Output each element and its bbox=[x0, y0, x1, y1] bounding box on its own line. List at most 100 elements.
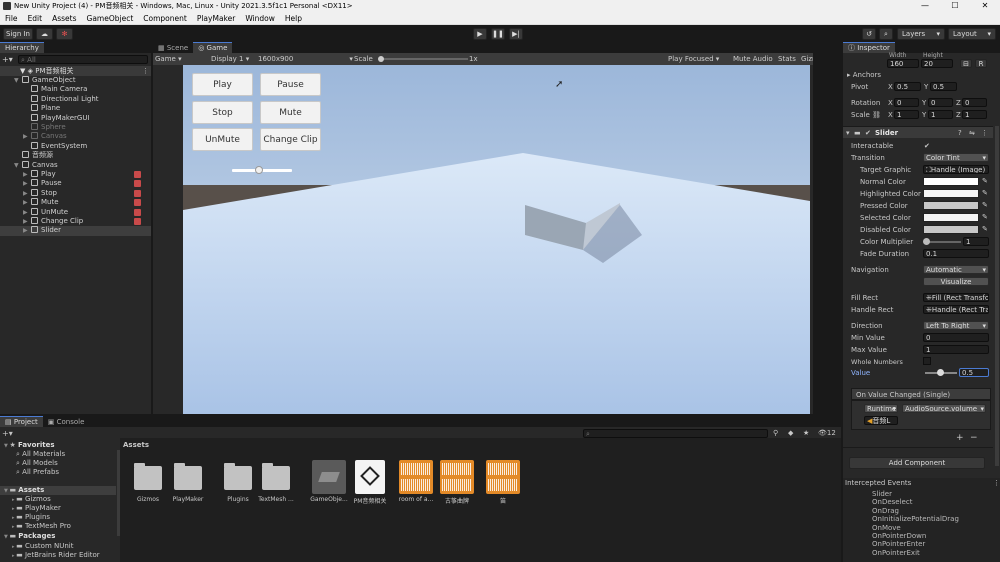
link-icon[interactable]: ⛓ bbox=[872, 111, 881, 119]
whole-numbers-checkbox[interactable] bbox=[923, 357, 931, 365]
scale-y-field[interactable]: 1 bbox=[928, 110, 953, 119]
color-multiplier-handle[interactable] bbox=[923, 238, 930, 245]
create-icon[interactable]: +▾ bbox=[2, 429, 13, 438]
hierarchy-search-input[interactable]: ⌕ All bbox=[18, 55, 148, 64]
function-dropdown[interactable]: AudioSource.volume ▾ bbox=[902, 404, 986, 413]
chevron-right-icon[interactable]: ▶ bbox=[23, 217, 31, 226]
target-graphic-field[interactable]: ⛶Handle (Image) bbox=[923, 165, 989, 174]
menu-edit[interactable]: Edit bbox=[23, 12, 48, 25]
stats-toggle[interactable]: Stats bbox=[778, 55, 796, 63]
highlighted-color-swatch[interactable] bbox=[923, 189, 979, 198]
hierarchy-item[interactable]: ▼ GameObject bbox=[0, 76, 151, 85]
menu-assets[interactable]: Assets bbox=[47, 12, 81, 25]
favorite-star-icon[interactable]: ★ bbox=[803, 429, 809, 437]
scale-z-field[interactable]: 1 bbox=[962, 110, 987, 119]
step-button[interactable]: ▶| bbox=[509, 28, 523, 40]
project-tree-item[interactable]: ▸ ▬ TextMesh Pro bbox=[0, 522, 116, 531]
kebab-menu-icon[interactable]: ⋮ bbox=[993, 479, 1000, 487]
hierarchy-item[interactable]: ▶ Canvas bbox=[0, 132, 151, 141]
transition-dropdown[interactable]: Color Tint ▾ bbox=[923, 153, 989, 162]
kebab-menu-icon[interactable]: ⋮ bbox=[142, 66, 149, 76]
value-field[interactable]: 0.5 bbox=[959, 368, 989, 377]
pressed-color-swatch[interactable] bbox=[923, 201, 979, 210]
direction-dropdown[interactable]: Left To Right ▾ bbox=[923, 321, 989, 330]
menu-component[interactable]: Component bbox=[138, 12, 192, 25]
asset-item[interactable]: 笛 bbox=[480, 460, 526, 505]
handle-rect-field[interactable]: ⁜Handle (Rect Transform) bbox=[923, 305, 989, 314]
chevron-down-icon[interactable]: ▼ bbox=[14, 76, 22, 85]
add-listener-button[interactable]: + bbox=[956, 433, 964, 443]
help-icon[interactable]: ? bbox=[958, 129, 962, 137]
project-tree-item[interactable]: ▸ ▬ PlayMaker bbox=[0, 504, 116, 513]
value-slider-handle[interactable] bbox=[937, 369, 944, 376]
game-mode-dropdown[interactable]: Game ▾ bbox=[155, 55, 182, 63]
inspector-scrollbar[interactable] bbox=[995, 126, 999, 466]
play-focused-dropdown[interactable]: Play Focused ▾ bbox=[668, 55, 719, 63]
project-tree-item[interactable]: ⌕ All Materials bbox=[0, 450, 116, 459]
menu-gameobject[interactable]: GameObject bbox=[82, 12, 139, 25]
project-tree-item[interactable]: ▸ ▬ Custom NUnit bbox=[0, 542, 116, 551]
mute-audio-toggle[interactable]: Mute Audio bbox=[733, 55, 773, 63]
tab-console[interactable]: ▣ Console bbox=[43, 416, 90, 427]
pivot-y-field[interactable]: 0.5 bbox=[930, 82, 957, 91]
play-button[interactable]: ▶ bbox=[473, 28, 487, 40]
display-dropdown[interactable]: Display 1 ▾ bbox=[211, 55, 249, 63]
disabled-color-swatch[interactable] bbox=[923, 225, 979, 234]
minimize-button[interactable]: — bbox=[910, 0, 940, 12]
hierarchy-item[interactable]: ▶ UnMute bbox=[0, 207, 151, 217]
min-value-field[interactable]: 0 bbox=[923, 333, 989, 342]
project-search-input[interactable]: ⌕ bbox=[583, 429, 768, 438]
project-tree-item[interactable]: ▼ ▬ Assets bbox=[0, 486, 116, 495]
filter-label-icon[interactable]: ◆ bbox=[788, 429, 793, 437]
search-icon[interactable]: ⌕ bbox=[879, 28, 893, 40]
history-icon[interactable]: ↺ bbox=[862, 28, 876, 40]
scene-row[interactable]: ▼ ◈ PM音频相关 ⋮ bbox=[0, 66, 151, 76]
scale-slider-handle[interactable] bbox=[378, 56, 384, 62]
color-multiplier-field[interactable]: 1 bbox=[963, 237, 989, 246]
unmute-game-button[interactable]: UnMute bbox=[192, 128, 253, 151]
hierarchy-item[interactable]: ▶ Mute bbox=[0, 198, 151, 207]
project-tree-item[interactable]: ⌕ All Prefabs bbox=[0, 468, 116, 477]
navigation-dropdown[interactable]: Automatic ▾ bbox=[923, 265, 989, 274]
filter-type-icon[interactable]: ⚲ bbox=[773, 429, 778, 437]
raw-edit-button[interactable]: R bbox=[975, 59, 987, 68]
chevron-right-icon[interactable]: ▶ bbox=[23, 226, 31, 235]
hierarchy-item[interactable]: Sphere bbox=[0, 123, 151, 132]
anchors-foldout[interactable]: ▸ Anchors bbox=[847, 71, 881, 79]
collab-icon[interactable]: ✻ bbox=[56, 28, 73, 40]
hierarchy-item[interactable]: EventSystem bbox=[0, 141, 151, 151]
project-tree-item[interactable]: ⌕ All Models bbox=[0, 459, 116, 468]
sign-in-button[interactable]: Sign In bbox=[3, 28, 33, 40]
playmaker-fsm-icon[interactable] bbox=[134, 218, 141, 225]
tab-project[interactable]: ▤ Project bbox=[0, 416, 43, 427]
interactable-checkbox[interactable]: ✔ bbox=[924, 142, 930, 150]
pivot-x-field[interactable]: 0.5 bbox=[894, 82, 921, 91]
event-target-field[interactable]: ◀音频L bbox=[864, 416, 898, 425]
project-tree-item[interactable]: ▸ ▬ JetBrains Rider Editor bbox=[0, 551, 116, 560]
visualize-button[interactable]: Visualize bbox=[923, 277, 989, 286]
menu-file[interactable]: File bbox=[0, 12, 23, 25]
pause-game-button[interactable]: Pause bbox=[260, 73, 321, 96]
menu-playmaker[interactable]: PlayMaker bbox=[192, 12, 240, 25]
slider-component-header[interactable]: ▾ ▬ ✔ Slider ? ⇋ ⋮ bbox=[843, 126, 993, 138]
close-button[interactable]: ✕ bbox=[970, 0, 1000, 12]
eyedropper-icon[interactable]: ✎ bbox=[982, 202, 989, 209]
color-multiplier-track[interactable] bbox=[925, 241, 961, 243]
project-tree-item[interactable]: ▸ ▬ Gizmos bbox=[0, 495, 116, 504]
playmaker-fsm-icon[interactable] bbox=[134, 189, 141, 197]
add-icon[interactable]: +▾ bbox=[2, 55, 14, 64]
hierarchy-item[interactable]: ▶ Slider bbox=[0, 226, 151, 236]
playmaker-fsm-icon[interactable] bbox=[134, 180, 141, 188]
hierarchy-item[interactable]: PlayMakerGUI bbox=[0, 113, 151, 123]
remove-listener-button[interactable]: − bbox=[970, 433, 978, 443]
blueprint-mode-button[interactable]: ⊟ bbox=[960, 59, 972, 68]
tab-inspector[interactable]: ⓘ Inspector bbox=[843, 42, 895, 53]
kebab-menu-icon[interactable]: ⋮ bbox=[981, 129, 988, 137]
menu-help[interactable]: Help bbox=[280, 12, 307, 25]
hierarchy-item[interactable]: ▶ Pause bbox=[0, 179, 151, 188]
hierarchy-item[interactable]: ▼ Canvas bbox=[0, 160, 151, 170]
scale-x-field[interactable]: 1 bbox=[894, 110, 919, 119]
cloud-icon[interactable]: ☁ bbox=[36, 28, 53, 40]
tab-hierarchy[interactable]: Hierarchy bbox=[0, 42, 44, 53]
selected-color-swatch[interactable] bbox=[923, 213, 979, 222]
